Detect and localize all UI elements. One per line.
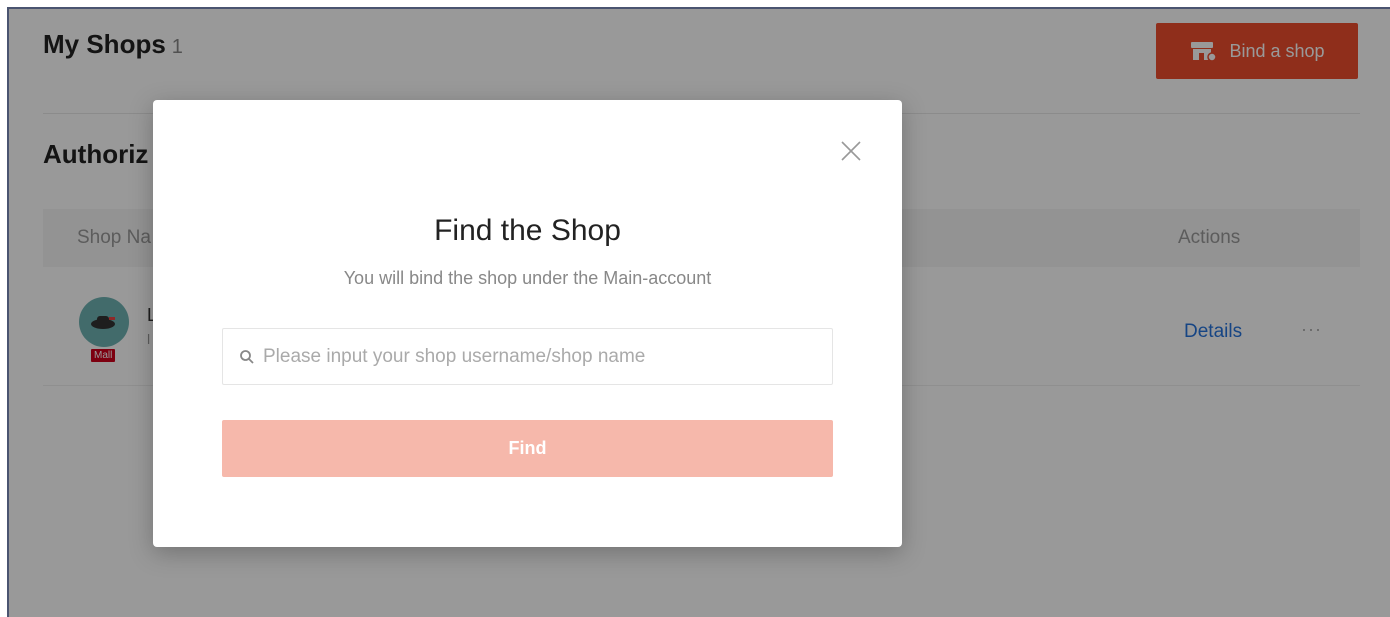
find-button[interactable]: Find: [222, 420, 833, 477]
shop-search-box[interactable]: [222, 328, 833, 385]
find-shop-modal: Find the Shop You will bind the shop und…: [153, 100, 902, 547]
search-icon: [240, 349, 254, 364]
modal-subtitle: You will bind the shop under the Main-ac…: [343, 268, 712, 288]
modal-title: Find the Shop: [434, 214, 621, 247]
close-icon[interactable]: [836, 136, 866, 166]
shop-search-input[interactable]: [261, 344, 832, 369]
